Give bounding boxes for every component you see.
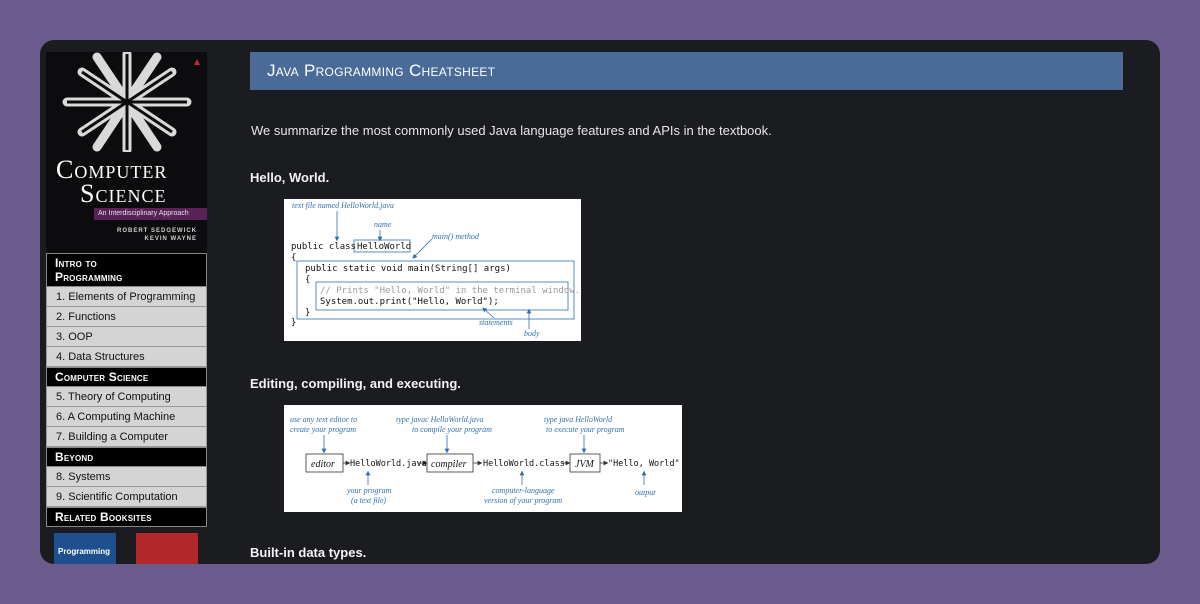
book-cover[interactable]: Computer Science An Interdisciplinary Ap…	[46, 52, 207, 253]
star-logo-icon	[62, 52, 192, 152]
section-related-booksites: Related Booksites	[46, 507, 207, 527]
box-jvm: JVM	[575, 459, 595, 470]
nav-item-theory-of-computing[interactable]: 5. Theory of Computing	[46, 387, 207, 407]
box-editor: editor	[311, 459, 335, 470]
nav-item-functions[interactable]: 2. Functions	[46, 307, 207, 327]
ann-program-1: your program	[346, 486, 392, 495]
intro-text: We summarize the most commonly used Java…	[251, 123, 772, 138]
ann-editor-1: use any text editor to	[290, 415, 357, 424]
ann-execute-2: to execute your program	[546, 425, 625, 434]
nav-item-oop[interactable]: 3. OOP	[46, 327, 207, 347]
section-title-line2: Programming	[55, 270, 123, 284]
ann-editor-2: create your program	[290, 425, 356, 434]
section-title-line1: Intro to	[55, 256, 97, 270]
code-line-4: {	[305, 275, 310, 285]
related-books: Programming	[46, 527, 207, 564]
related-book-red[interactable]	[136, 533, 198, 564]
section-beyond[interactable]: Beyond	[46, 447, 207, 467]
code-line-8: }	[291, 318, 296, 328]
hello-world-diagram: text file named HelloWorld.java name mai…	[284, 199, 581, 341]
browser-window: Computer Science An Interdisciplinary Ap…	[40, 40, 1160, 564]
nav-item-scientific-computation[interactable]: 9. Scientific Computation	[46, 487, 207, 507]
nav-item-computing-machine[interactable]: 6. A Computing Machine	[46, 407, 207, 427]
ann-main-method: main() method	[432, 232, 480, 241]
file-java: HelloWorld.java	[350, 459, 427, 469]
page-title: Java Programming Cheatsheet	[250, 52, 1123, 90]
code-line-1: public class	[291, 242, 356, 252]
heading-built-in-types: Built-in data types.	[250, 545, 367, 560]
cover-subtitle: An Interdisciplinary Approach	[94, 208, 207, 220]
nav-item-building-computer[interactable]: 7. Building a Computer	[46, 427, 207, 447]
code-line-7: }	[305, 308, 310, 318]
section-intro-to-programming[interactable]: Intro to Programming	[46, 253, 207, 287]
ann-version-1: computer-language	[492, 486, 555, 495]
section-computer-science[interactable]: Computer Science	[46, 367, 207, 387]
box-compiler: compiler	[431, 459, 467, 470]
compile-execute-diagram: use any text editor to create your progr…	[284, 405, 682, 512]
cover-authors: ROBERT SEDGEWICK KEVIN WAYNE	[117, 227, 197, 243]
cover-title-line2: Science	[80, 179, 167, 208]
nav-item-elements-of-programming[interactable]: 1. Elements of Programming	[46, 287, 207, 307]
code-line-6: System.out.print("Hello, World");	[320, 297, 499, 307]
author-1: ROBERT SEDGEWICK	[116, 228, 197, 234]
heading-editing: Editing, compiling, and executing.	[250, 376, 461, 391]
ann-execute-1: type java HelloWorld	[544, 415, 613, 424]
code-line-3: public static void main(String[] args)	[305, 264, 511, 274]
ann-text-file: text file named HelloWorld.java	[292, 201, 394, 210]
ann-body: body	[524, 329, 540, 338]
ann-compile-2: to compile your program	[412, 425, 492, 434]
publisher-logo-icon	[194, 59, 200, 65]
code-line-2: {	[291, 253, 296, 263]
main-content: Java Programming Cheatsheet We summarize…	[250, 52, 1123, 560]
related-book-programming[interactable]: Programming	[54, 533, 116, 564]
heading-hello-world: Hello, World.	[250, 170, 330, 185]
nav-item-systems[interactable]: 8. Systems	[46, 467, 207, 487]
program-output: "Hello, World"	[608, 459, 680, 469]
nav-item-data-structures[interactable]: 4. Data Structures	[46, 347, 207, 367]
author-2: KEVIN WAYNE	[144, 236, 197, 242]
ann-program-2: (a text file)	[351, 496, 386, 505]
code-class-name: HelloWorld	[357, 242, 411, 252]
ann-output: output	[635, 488, 656, 497]
file-class: HelloWorld.class	[483, 459, 565, 469]
ann-compile-1: type javac HelloWorld.java	[396, 415, 483, 424]
ann-version-2: version of your program	[484, 496, 562, 505]
related-book-label: Programming	[58, 547, 111, 556]
code-line-5: // Prints "Hello, World" in the terminal…	[320, 286, 580, 296]
ann-name: name	[374, 220, 392, 229]
svg-text:public class: public class	[291, 242, 356, 252]
sidebar: Computer Science An Interdisciplinary Ap…	[46, 52, 207, 564]
